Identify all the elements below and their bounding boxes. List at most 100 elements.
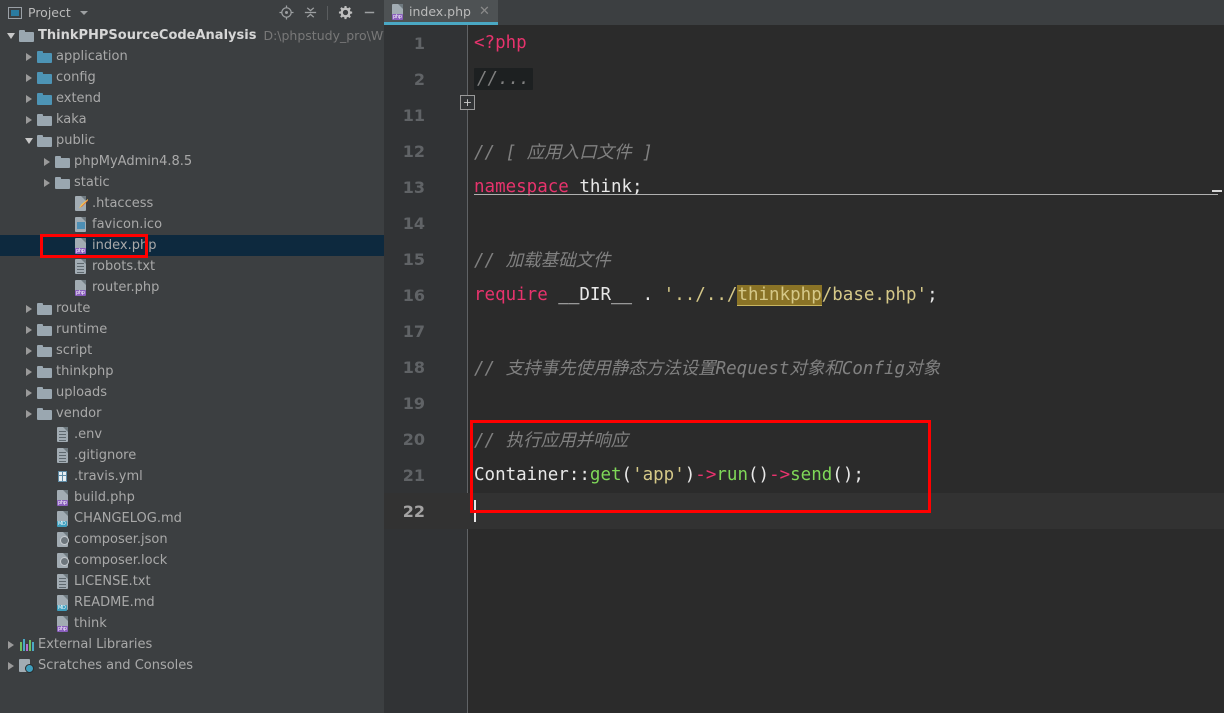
tree-row[interactable]: php build.php — [0, 487, 384, 508]
tree-row[interactable]: php think — [0, 613, 384, 634]
chevron-right-icon[interactable] — [22, 325, 36, 334]
tree-row[interactable]: runtime — [0, 319, 384, 340]
line-number[interactable]: 21 — [384, 466, 425, 485]
tree-row[interactable]: vendor — [0, 403, 384, 424]
line-number[interactable]: 22 — [384, 502, 425, 521]
chevron-right-icon[interactable] — [22, 115, 36, 124]
chevron-right-icon[interactable] — [22, 52, 36, 61]
tree-row[interactable]: .gitignore — [0, 445, 384, 466]
chevron-down-icon[interactable] — [79, 10, 88, 15]
code-text[interactable]: <?php — [474, 33, 527, 53]
code-line[interactable]: 17 — [384, 313, 1224, 349]
code-text[interactable]: // 支持事先使用静态方法设置Request对象和Config对象 — [474, 355, 940, 380]
chevron-down-icon[interactable] — [4, 32, 18, 39]
chevron-right-icon[interactable] — [22, 346, 36, 355]
code-text[interactable]: // 执行应用并响应 — [474, 427, 628, 452]
chevron-right-icon[interactable] — [22, 73, 36, 82]
tree-row[interactable]: LICENSE.txt — [0, 571, 384, 592]
code-viewport[interactable]: 1 <?php 2 //... 11 12 // [ 应用入口文件 ] 13 namespace… — [384, 25, 1224, 713]
chevron-right-icon[interactable] — [22, 94, 36, 103]
code-text[interactable]: Container::get('app')->run()->send(); — [474, 465, 864, 485]
tab-index-php[interactable]: php index.php ✕ — [384, 0, 498, 25]
folder-icon — [19, 29, 34, 42]
code-text[interactable]: // [ 应用入口文件 ] — [474, 139, 653, 164]
code-text[interactable]: require __DIR__ . '../../thinkphp/base.p… — [474, 285, 938, 306]
chevron-right-icon[interactable] — [22, 409, 36, 418]
tree-row[interactable]: uploads — [0, 382, 384, 403]
locate-icon[interactable] — [275, 2, 297, 24]
code-line[interactable]: 11 — [384, 97, 1224, 133]
minimize-icon[interactable] — [358, 2, 380, 24]
tree-row[interactable]: application — [0, 46, 384, 67]
line-number[interactable]: 1 — [384, 34, 425, 53]
tree-row[interactable]: MD README.md — [0, 592, 384, 613]
tree-row[interactable]: route — [0, 298, 384, 319]
line-number[interactable]: 11 — [384, 106, 425, 125]
tree-row[interactable]: extend — [0, 88, 384, 109]
chevron-right-icon[interactable] — [40, 157, 54, 166]
tree-row[interactable]: thinkphp — [0, 361, 384, 382]
chevron-right-icon[interactable] — [22, 367, 36, 376]
line-number[interactable]: 17 — [384, 322, 425, 341]
code-line[interactable]: 19 — [384, 385, 1224, 421]
tree-row[interactable]: .htaccess — [0, 193, 384, 214]
code-line[interactable]: 20 // 执行应用并响应 — [384, 421, 1224, 457]
code-line[interactable]: 21 Container::get('app')->run()->send(); — [384, 457, 1224, 493]
code-token: ( — [621, 465, 633, 485]
code-line[interactable]: 13 namespace think; — [384, 169, 1224, 205]
code-line[interactable]: 1 <?php — [384, 25, 1224, 61]
close-icon[interactable]: ✕ — [479, 5, 490, 18]
tree-row[interactable]: static — [0, 172, 384, 193]
code-text[interactable]: // 加载基础文件 — [474, 247, 611, 272]
code-text[interactable]: //... — [474, 68, 533, 90]
tree-row[interactable]: php index.php — [0, 235, 384, 256]
tree-row[interactable]: .env — [0, 424, 384, 445]
line-number[interactable]: 16 — [384, 286, 425, 305]
tree-row[interactable]: script — [0, 340, 384, 361]
line-number[interactable]: 2 — [384, 70, 425, 89]
code-line[interactable]: 15 // 加载基础文件 — [384, 241, 1224, 277]
tree-row[interactable]: phpMyAdmin4.8.5 — [0, 151, 384, 172]
tree-row[interactable]: Scratches and Consoles — [0, 655, 384, 676]
tree-row[interactable]: .travis.yml — [0, 466, 384, 487]
collapse-all-icon[interactable] — [299, 2, 321, 24]
code-line[interactable]: 22 — [384, 493, 1224, 529]
code-line[interactable]: 12 // [ 应用入口文件 ] — [384, 133, 1224, 169]
line-number[interactable]: 15 — [384, 250, 425, 269]
tree-row[interactable]: robots.txt — [0, 256, 384, 277]
chevron-right-icon[interactable] — [22, 388, 36, 397]
line-number[interactable]: 19 — [384, 394, 425, 413]
tree-row-root[interactable]: ThinkPHPSourceCodeAnalysis D:\phpstudy_pr… — [0, 25, 384, 46]
tree-row[interactable]: php router.php — [0, 277, 384, 298]
gear-icon[interactable] — [334, 2, 356, 24]
chevron-right-icon[interactable] — [40, 178, 54, 187]
tree-row[interactable]: MD CHANGELOG.md — [0, 508, 384, 529]
code-line[interactable]: 2 //... — [384, 61, 1224, 97]
chevron-right-icon[interactable] — [4, 640, 18, 649]
code-line[interactable]: 14 — [384, 205, 1224, 241]
chevron-down-icon[interactable] — [22, 137, 36, 144]
tree-row[interactable]: config — [0, 67, 384, 88]
chevron-right-icon[interactable] — [4, 661, 18, 670]
line-number[interactable]: 18 — [384, 358, 425, 377]
file-icon-slot — [72, 217, 89, 232]
code-text[interactable] — [474, 500, 476, 522]
line-number[interactable]: 13 — [384, 178, 425, 197]
marker-stripe[interactable] — [1212, 190, 1222, 192]
tree-row[interactable]: External Libraries — [0, 634, 384, 655]
project-tree[interactable]: ThinkPHPSourceCodeAnalysis D:\phpstudy_pr… — [0, 25, 384, 713]
fold-expand-icon[interactable]: + — [460, 95, 475, 110]
code-line[interactable]: 16 require __DIR__ . '../../thinkphp/base… — [384, 277, 1224, 313]
code-line[interactable]: 18 // 支持事先使用静态方法设置Request对象和Config对象 — [384, 349, 1224, 385]
tree-row[interactable]: public — [0, 130, 384, 151]
chevron-right-icon[interactable] — [22, 304, 36, 313]
tree-row[interactable]: composer.lock — [0, 550, 384, 571]
line-number[interactable]: 12 — [384, 142, 425, 161]
project-panel-title[interactable]: Project — [8, 5, 88, 20]
line-number[interactable]: 20 — [384, 430, 425, 449]
tree-row[interactable]: favicon.ico — [0, 214, 384, 235]
tree-row[interactable]: composer.json — [0, 529, 384, 550]
line-number[interactable]: 14 — [384, 214, 425, 233]
tree-row[interactable]: kaka — [0, 109, 384, 130]
code-lines[interactable]: 1 <?php 2 //... 11 12 // [ 应用入口文件 ] 13 namespace… — [384, 25, 1224, 529]
